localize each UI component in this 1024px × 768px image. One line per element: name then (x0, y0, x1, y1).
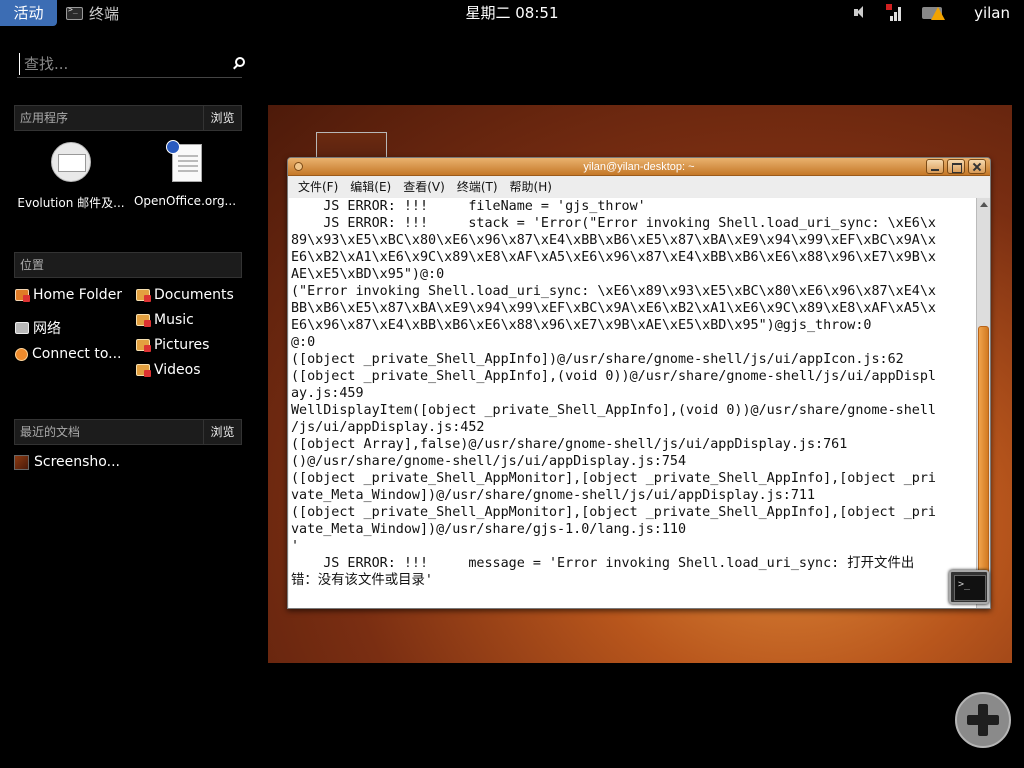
menu-bar: 文件(F) 编辑(E) 查看(V) 终端(T) 帮助(H) (288, 177, 990, 197)
terminal-line: JS ERROR: !!! fileName = 'gjs_throw' (291, 199, 646, 214)
scroll-up-arrow-icon[interactable] (980, 202, 988, 207)
menu-terminal[interactable]: 终端(T) (451, 177, 504, 197)
terminal-line: ()@/usr/share/gnome-shell/js/ui/appDispl… (291, 454, 687, 469)
recent-browse-button[interactable]: 浏览 (203, 420, 241, 444)
place-label: Pictures (154, 337, 210, 353)
terminal-line: vate_Meta_Window])@/usr/share/gjs-1.0/la… (291, 522, 687, 537)
search-box (17, 51, 245, 78)
recent-item[interactable]: Screensho... (14, 453, 120, 471)
close-button[interactable] (968, 159, 986, 174)
app-menu[interactable]: 终端 (66, 2, 119, 24)
image-icon (14, 454, 29, 470)
minimize-button[interactable] (926, 159, 944, 174)
place-label: Documents (154, 287, 234, 303)
network-signal-icon[interactable] (886, 4, 902, 22)
connect-icon (15, 347, 28, 361)
folder-icon (136, 364, 151, 377)
terminal-line: vate_Meta_Window])@/usr/share/gnome-shel… (291, 488, 816, 503)
place-label: 网络 (33, 321, 61, 337)
terminal-line: AE\xE5\xBD\x95")@:0 (291, 267, 445, 282)
terminal-scrollbar[interactable] (976, 198, 990, 608)
terminal-window[interactable]: yilan@yilan-desktop: ~ 文件(F) 编辑(E) 查看(V)… (287, 157, 991, 609)
terminal-line: ([object Array],false)@/usr/share/gnome-… (291, 437, 848, 452)
volume-icon[interactable] (852, 4, 866, 22)
document-icon (166, 140, 204, 182)
terminal-line: JS ERROR: !!! stack = 'Error("Error invo… (291, 216, 936, 231)
home-folder-icon (15, 289, 30, 302)
app-tile-openoffice[interactable]: OpenOffice.org... (128, 140, 242, 208)
recent-header-label: 最近的文档 (20, 425, 81, 439)
folder-icon (136, 289, 151, 302)
app-tile-evolution[interactable]: Evolution 邮件及... (14, 140, 128, 211)
folder-icon (136, 339, 151, 352)
window-title: yilan@yilan-desktop: ~ (583, 161, 695, 173)
menu-help[interactable]: 帮助(H) (504, 177, 558, 197)
terminal-line: ay.js:459 (291, 386, 364, 401)
terminal-line: 错：没有该文件或目录' (291, 573, 433, 588)
terminal-app-icon (66, 5, 83, 20)
place-label: Music (154, 312, 194, 328)
terminal-line: ("Error invoking Shell.load_uri_sync: \x… (291, 284, 936, 299)
clock[interactable]: 星期二 08:51 (466, 4, 559, 22)
scroll-thumb[interactable] (978, 326, 989, 576)
terminal-line: E6\xB2\xA1\xE6\x9C\x89\xE8\xAF\xA5\xE6\x… (291, 250, 936, 265)
folder-icon (136, 314, 151, 327)
activities-button[interactable]: 活动 (0, 0, 57, 26)
terminal-line: /js/ui/appDisplay.js:452 (291, 420, 485, 435)
recent-header: 最近的文档 浏览 (14, 419, 242, 445)
place-label: Connect to... (32, 346, 122, 362)
terminal-text: JS ERROR: !!! fileName = 'gjs_throw' JS … (291, 198, 975, 589)
terminal-line: BB\xB6\xE5\x87\xBA\xE9\x94\x99\xEF\xBC\x… (291, 301, 936, 316)
network-icon (15, 322, 29, 334)
search-input[interactable] (19, 53, 209, 75)
terminal-line: WellDisplayItem([object _private_Shell_A… (291, 403, 936, 418)
terminal-line: ' (291, 539, 300, 554)
menu-view[interactable]: 查看(V) (397, 177, 451, 197)
maximize-button[interactable] (947, 159, 965, 174)
recent-item-label: Screensho... (34, 454, 120, 470)
terminal-line: ([object _private_Shell_AppInfo])@/usr/s… (291, 352, 904, 367)
place-pictures[interactable]: Pictures (136, 335, 209, 355)
terminal-line: @:0 (291, 335, 316, 350)
user-menu[interactable]: yilan (974, 0, 1010, 26)
place-label: Videos (154, 362, 201, 378)
mail-icon (51, 142, 91, 182)
terminal-line: 89\x93\xE5\xBC\x80\xE6\x96\x87\xE4\xBB\x… (291, 233, 936, 248)
applications-browse-button[interactable]: 浏览 (203, 106, 241, 130)
terminal-window-icon[interactable] (949, 570, 989, 604)
applications-header: 应用程序 浏览 (14, 105, 242, 131)
app-tile-label: Evolution 邮件及... (17, 196, 125, 210)
places-header: 位置 (14, 252, 242, 278)
terminal-line: ([object _private_Shell_AppMonitor],[obj… (291, 505, 936, 520)
applications-header-label: 应用程序 (20, 111, 69, 125)
place-music[interactable]: Music (136, 310, 194, 330)
menu-file[interactable]: 文件(F) (292, 177, 344, 197)
places-header-label: 位置 (20, 258, 45, 272)
place-videos[interactable]: Videos (136, 360, 201, 380)
place-label: Home Folder (33, 287, 123, 303)
app-tile-label: OpenOffice.org... (133, 194, 237, 208)
terminal-line: ([object _private_Shell_AppMonitor],[obj… (291, 471, 936, 486)
window-thumbnail[interactable] (316, 132, 387, 160)
app-menu-label: 终端 (89, 4, 120, 23)
place-network[interactable]: 网络 (15, 318, 61, 338)
warning-icon[interactable] (922, 4, 946, 22)
menu-edit[interactable]: 编辑(E) (344, 177, 397, 197)
window-title-bar[interactable]: yilan@yilan-desktop: ~ (288, 158, 990, 176)
terminal-line: JS ERROR: !!! message = 'Error invoking … (291, 556, 915, 571)
top-panel: 活动 终端 星期二 08:51 yilan (0, 0, 1024, 26)
add-workspace-button[interactable] (955, 692, 1011, 748)
place-home-folder[interactable]: Home Folder (15, 285, 122, 305)
place-connect[interactable]: Connect to... (15, 344, 122, 364)
place-documents[interactable]: Documents (136, 285, 234, 305)
terminal-output[interactable]: JS ERROR: !!! fileName = 'gjs_throw' JS … (289, 198, 976, 608)
search-icon[interactable] (235, 57, 245, 67)
terminal-line: E6\x96\x87\xE4\xBB\xB6\xE6\x88\x96\xE7\x… (291, 318, 872, 333)
terminal-line: ([object _private_Shell_AppInfo],(void 0… (291, 369, 936, 384)
